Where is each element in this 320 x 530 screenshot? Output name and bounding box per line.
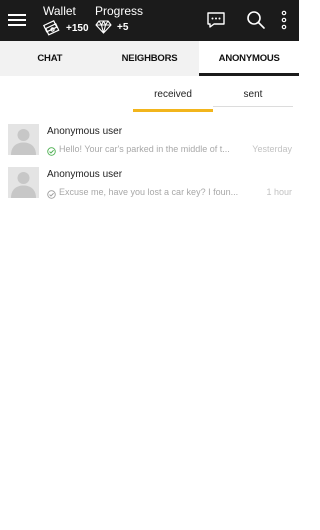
hamburger-menu-icon[interactable] bbox=[8, 12, 26, 28]
divider bbox=[213, 106, 293, 107]
user-silhouette-icon bbox=[11, 129, 36, 155]
avatar bbox=[8, 124, 39, 155]
progress-title: Progress bbox=[95, 4, 144, 18]
subtab-sent[interactable]: sent bbox=[213, 86, 293, 112]
sender-name: Anonymous user bbox=[47, 169, 123, 180]
top-app-bar: Wallet +150 Progress +5 bbox=[0, 0, 299, 41]
wallet-stat[interactable]: Wallet +150 bbox=[43, 4, 89, 36]
check-circle-icon bbox=[47, 190, 56, 199]
list-item[interactable]: Anonymous user Excuse me, have you lost … bbox=[0, 166, 299, 204]
more-vertical-icon[interactable] bbox=[276, 9, 292, 31]
wallet-value: +150 bbox=[66, 22, 89, 34]
message-preview: Excuse me, have you lost a car key? I fo… bbox=[59, 187, 239, 197]
sender-name: Anonymous user bbox=[47, 126, 123, 137]
search-icon[interactable] bbox=[245, 9, 267, 31]
chat-bubble-icon[interactable] bbox=[205, 9, 227, 31]
user-silhouette-icon bbox=[11, 172, 36, 198]
avatar bbox=[8, 167, 39, 198]
list-item[interactable]: Anonymous user Hello! Your car's parked … bbox=[0, 123, 299, 161]
diamond-icon bbox=[95, 20, 112, 34]
tab-chat[interactable]: CHAT bbox=[0, 41, 100, 76]
message-preview: Hello! Your car's parked in the middle o… bbox=[59, 144, 230, 154]
tab-anonymous[interactable]: ANONYMOUS bbox=[199, 41, 300, 76]
wallet-title: Wallet bbox=[43, 4, 76, 18]
message-time: 1 hour bbox=[266, 187, 292, 197]
progress-value: +5 bbox=[117, 21, 129, 33]
tab-neighbors[interactable]: NEIGHBORS bbox=[100, 41, 200, 76]
message-filter-tabs: received sent bbox=[133, 86, 293, 112]
money-icon bbox=[43, 20, 60, 36]
subtab-received[interactable]: received bbox=[133, 86, 213, 112]
message-time: Yesterday bbox=[252, 144, 292, 154]
check-circle-icon bbox=[47, 147, 56, 156]
main-tabs: CHAT NEIGHBORS ANONYMOUS bbox=[0, 41, 300, 76]
progress-stat[interactable]: Progress +5 bbox=[95, 4, 143, 34]
